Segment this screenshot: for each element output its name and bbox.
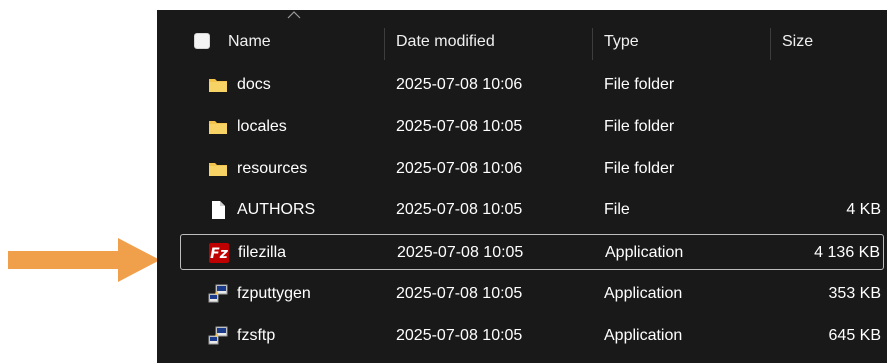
filezilla-icon: Fz xyxy=(208,242,230,264)
file-row-fzsftp[interactable]: fzsftp 2025-07-08 10:05 Application 645 KB xyxy=(180,318,884,354)
file-size: 4 136 KB xyxy=(814,244,880,261)
folder-icon xyxy=(207,116,229,138)
column-header-size[interactable]: Size xyxy=(782,32,813,52)
file-type: Application xyxy=(605,244,684,261)
column-header-name[interactable]: Name xyxy=(228,32,271,52)
file-row-authors[interactable]: AUTHORS 2025-07-08 10:05 File 4 KB xyxy=(180,192,884,228)
file-date-modified: 2025-07-08 10:05 xyxy=(396,118,523,135)
column-header-type[interactable]: Type xyxy=(604,32,639,52)
file-row-docs[interactable]: docs 2025-07-08 10:06 File folder xyxy=(180,67,884,103)
file-name: fzsftp xyxy=(237,327,276,344)
pointer-arrow-icon xyxy=(8,238,160,282)
file-size: 353 KB xyxy=(828,285,881,302)
file-date-modified: 2025-07-08 10:06 xyxy=(396,76,523,93)
select-all-checkbox[interactable] xyxy=(194,33,210,49)
putty-app-icon xyxy=(207,283,229,305)
file-name: locales xyxy=(237,118,287,135)
putty-app-icon xyxy=(207,325,229,347)
file-size: 645 KB xyxy=(828,327,881,344)
file-row-fzputtygen[interactable]: fzputtygen 2025-07-08 10:05 Application 353… xyxy=(180,276,884,312)
file-name: docs xyxy=(237,76,271,93)
file-date-modified: 2025-07-08 10:05 xyxy=(396,201,523,218)
folder-icon xyxy=(207,74,229,96)
file-row-locales[interactable]: locales 2025-07-08 10:05 File folder xyxy=(180,109,884,145)
column-divider[interactable] xyxy=(770,28,771,60)
file-type: Application xyxy=(604,285,683,302)
file-type: File xyxy=(604,201,630,218)
file-explorer-list: Name Date modified Type Size docs 2025-07… xyxy=(157,10,887,363)
file-date-modified: 2025-07-08 10:05 xyxy=(397,244,524,261)
file-row-filezilla[interactable]: Fz filezilla 2025-07-08 10:05 Application 4 … xyxy=(180,234,884,270)
file-size: 4 KB xyxy=(846,201,881,218)
file-row-resources[interactable]: resources 2025-07-08 10:06 File folder xyxy=(180,151,884,187)
file-type: File folder xyxy=(604,118,675,135)
file-name: resources xyxy=(237,160,308,177)
file-date-modified: 2025-07-08 10:05 xyxy=(396,285,523,302)
folder-icon xyxy=(207,158,229,180)
file-name: fzputtygen xyxy=(237,285,311,302)
sort-ascending-icon[interactable] xyxy=(287,11,301,19)
file-name: AUTHORS xyxy=(237,201,316,218)
file-date-modified: 2025-07-08 10:05 xyxy=(396,327,523,344)
file-type: File folder xyxy=(604,76,675,93)
column-header: Name Date modified Type Size xyxy=(157,24,887,60)
file-type: File folder xyxy=(604,160,675,177)
column-header-date-modified[interactable]: Date modified xyxy=(396,32,495,52)
file-type: Application xyxy=(604,327,683,344)
column-divider[interactable] xyxy=(384,28,385,60)
file-date-modified: 2025-07-08 10:06 xyxy=(396,160,523,177)
column-divider[interactable] xyxy=(592,28,593,60)
file-icon xyxy=(207,199,229,221)
svg-text:Fz: Fz xyxy=(210,246,229,262)
file-name: filezilla xyxy=(238,244,287,261)
